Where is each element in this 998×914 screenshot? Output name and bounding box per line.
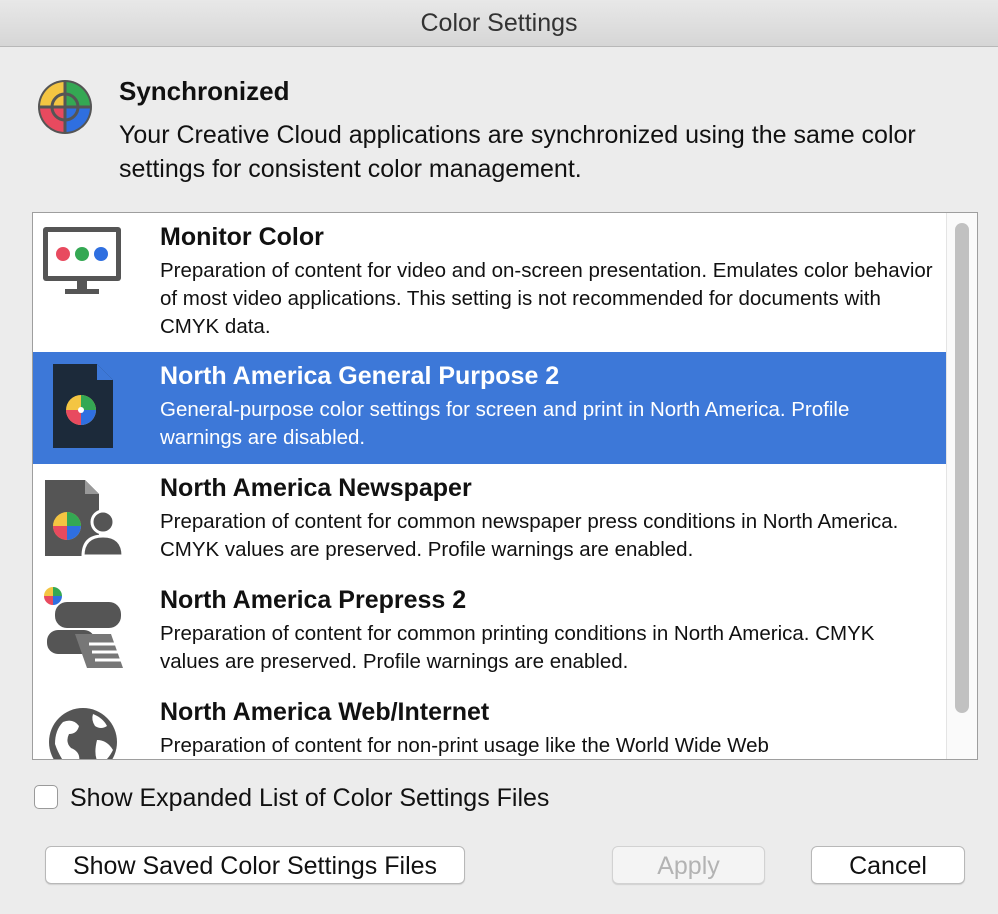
list-item-description: Preparation of content for non-print usa… (160, 734, 769, 757)
sync-status-title: Synchronized (119, 76, 290, 106)
list-item-title: North America General Purpose 2 (160, 362, 560, 390)
color-settings-list[interactable]: Monitor Color Preparation of content for… (32, 212, 978, 760)
list-item-description: General-purpose color settings for scree… (160, 398, 850, 449)
cancel-button[interactable]: Cancel (811, 846, 965, 884)
list-scrollbar[interactable] (946, 213, 977, 759)
apply-button[interactable]: Apply (612, 846, 765, 884)
list-item-title: North America Web/Internet (160, 698, 490, 726)
globe-icon (49, 708, 117, 759)
expanded-list-label[interactable]: Show Expanded List of Color Settings Fil… (70, 784, 549, 813)
list-item-north-america-prepress-2[interactable]: North America Prepress 2 Preparation of … (33, 576, 946, 690)
list-item-description: Preparation of content for common printi… (160, 622, 875, 673)
list-item-description: Preparation of content for video and on-… (160, 259, 933, 338)
list-item-title: Monitor Color (160, 223, 324, 251)
color-wheel-icon (38, 80, 92, 134)
list-item-description: Preparation of content for common newspa… (160, 510, 899, 561)
list-item-north-america-web-internet[interactable]: North America Web/Internet Preparation o… (33, 688, 946, 759)
printing-press-icon (43, 586, 123, 668)
list-item-monitor-color[interactable]: Monitor Color Preparation of content for… (33, 213, 946, 354)
expanded-list-checkbox[interactable] (34, 785, 58, 809)
scrollbar-thumb[interactable] (955, 223, 969, 713)
sync-status-description: Your Creative Cloud applications are syn… (119, 121, 916, 183)
monitor-icon (43, 227, 121, 294)
list-item-title: North America Newspaper (160, 474, 472, 502)
show-saved-files-button[interactable]: Show Saved Color Settings Files (45, 846, 465, 884)
list-item-north-america-general-purpose-2[interactable]: North America General Purpose 2 General-… (33, 352, 946, 466)
list-item-north-america-newspaper[interactable]: North America Newspaper Preparation of c… (33, 464, 946, 578)
document-color-icon (53, 364, 113, 448)
color-settings-dialog: Color Settings Synchronized Your Creativ… (0, 0, 998, 914)
newspaper-icon (45, 480, 125, 558)
window-title: Color Settings (0, 0, 998, 47)
list-item-title: North America Prepress 2 (160, 586, 467, 614)
